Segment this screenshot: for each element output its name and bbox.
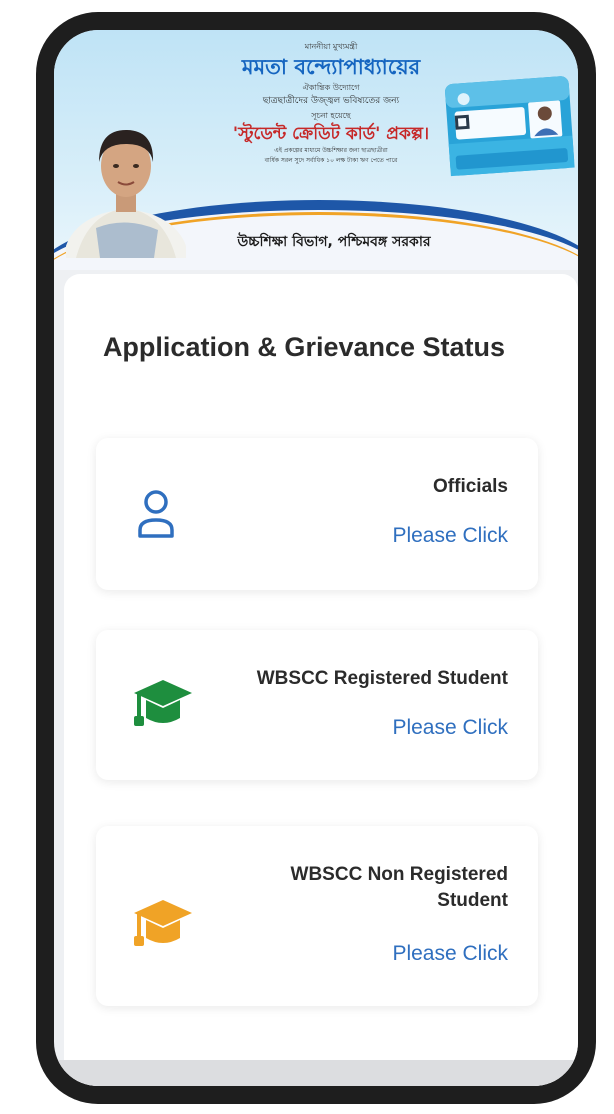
option-title: WBSCC Registered Student	[256, 668, 508, 689]
banner-line: এই প্রকল্পের মাধ্যমে উচ্চশিক্ষার জন্য ছা…	[274, 147, 388, 154]
option-title: WBSCC Non Registered Student	[290, 864, 508, 911]
registered-student-card[interactable]: WBSCC Registered Student Please Click	[96, 630, 538, 780]
please-click-link[interactable]: Please Click	[392, 716, 508, 740]
banner-line: মাননীয়া মুখ্যমন্ত্রী	[304, 42, 358, 51]
banner-department: উচ্চশিক্ষা বিভাগ, পশ্চিমবঙ্গ সরকার	[237, 234, 431, 250]
banner-text: মাননীয়া মুখ্যমন্ত্রী মমতা বন্দ্যোপাধ্যা…	[206, 40, 456, 166]
banner-scheme-name: 'স্টুডেন্ট ক্রেডিট কার্ড' প্রকল্প।	[232, 124, 430, 144]
banner-line: বার্ষিক সরল সুদে সর্বাধিক ১০ লক্ষ টাকা ঋ…	[264, 157, 398, 164]
banner-name: মমতা বন্দ্যোপাধ্যায়ের	[241, 55, 421, 79]
app-screen: মাননীয়া মুখ্যমন্ত্রী মমতা বন্দ্যোপাধ্যা…	[54, 30, 578, 1086]
bottom-bar	[54, 1060, 578, 1086]
banner-line: ঐকান্তিক উদ্যোগে	[302, 83, 360, 92]
officials-card[interactable]: Officials Please Click	[96, 438, 538, 590]
banner-line: ছাত্রছাত্রীদের উজ্জ্বল ভবিষ্যতের জন্য	[262, 96, 400, 106]
scheme-banner: মাননীয়া মুখ্যমন্ত্রী মমতা বন্দ্যোপাধ্যা…	[54, 30, 578, 270]
person-icon	[138, 490, 174, 538]
please-click-link[interactable]: Please Click	[392, 524, 508, 548]
graduation-cap-icon	[134, 900, 192, 946]
option-title: Officials	[433, 476, 508, 497]
chief-minister-portrait	[66, 130, 186, 258]
please-click-link[interactable]: Please Click	[392, 942, 508, 966]
student-credit-card-image	[445, 76, 575, 177]
non-registered-student-card[interactable]: WBSCC Non Registered Student Please Clic…	[96, 826, 538, 1006]
banner-line: সূচনা হয়েছে	[311, 111, 351, 120]
status-panel: Application & Grievance Status Officials…	[64, 274, 578, 1086]
page-title: Application & Grievance Status	[102, 332, 506, 362]
graduation-cap-icon	[134, 680, 192, 726]
